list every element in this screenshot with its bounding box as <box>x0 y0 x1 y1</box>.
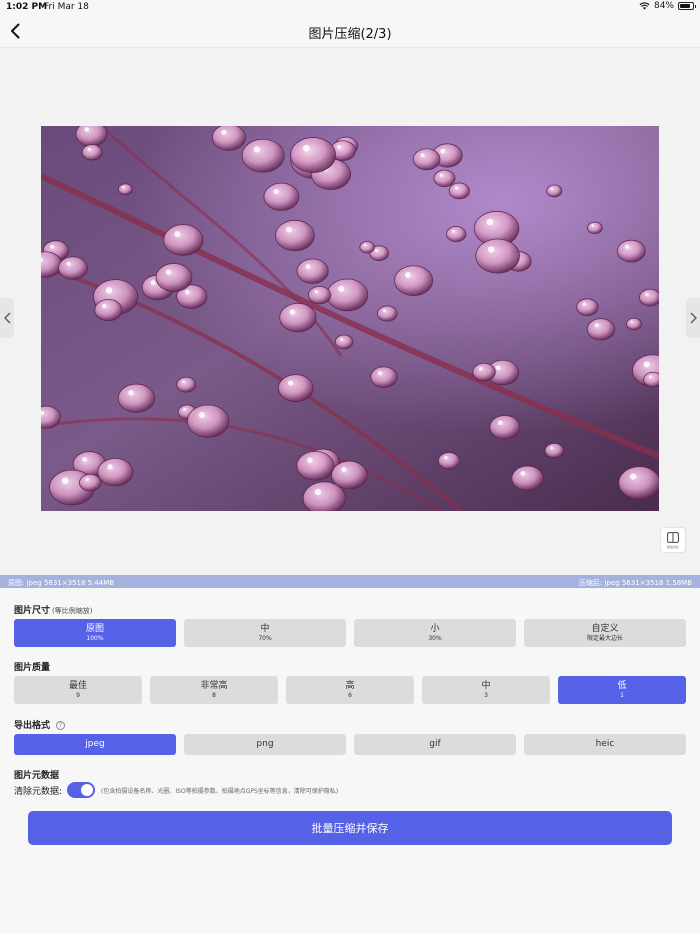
option-label: heic <box>595 739 615 749</box>
size-options: 原图 100% 中 70% 小 30% 自定义 限定最大边长 <box>14 619 686 647</box>
format-option-jpeg[interactable]: jpeg <box>14 734 176 755</box>
format-section-title: 导出格式? <box>14 718 66 731</box>
compare-label: 前后对比 <box>666 544 679 549</box>
previous-image-button[interactable] <box>0 298 14 338</box>
option-label: 小 <box>430 623 440 634</box>
size-option-original[interactable]: 原图 100% <box>14 619 176 647</box>
option-label: jpeg <box>85 739 105 749</box>
metadata-row: 清除元数据: (包含拍摄设备名称、光圈、ISO等拍摄参数、拍摄地点GPS坐标等信… <box>14 782 338 798</box>
wifi-icon <box>639 2 650 10</box>
compressed-info: 压缩后: jpeg 5631×3518 1.58MB <box>578 579 692 587</box>
option-sub: 3 <box>484 691 488 699</box>
format-option-heic[interactable]: heic <box>524 734 686 755</box>
option-sub: 30% <box>428 634 442 642</box>
metadata-description: (包含拍摄设备名称、光圈、ISO等拍摄参数、拍摄地点GPS坐标等信息，清除可保护… <box>101 787 339 795</box>
original-info: 原图: jpeg 5631×3518 5.44MB <box>8 579 115 587</box>
option-label: 非常高 <box>200 680 228 691</box>
quality-options: 最佳 9 非常高 8 高6 中3 低1 <box>14 676 686 704</box>
image-preview: 前后对比 <box>0 48 700 575</box>
option-label: 自定义 <box>591 623 619 634</box>
help-icon[interactable]: ? <box>56 721 66 730</box>
option-sub: 70% <box>258 634 272 642</box>
size-option-custom[interactable]: 自定义 限定最大边长 <box>524 619 686 647</box>
option-label: png <box>256 739 274 749</box>
battery-fill <box>680 4 691 8</box>
option-sub: 8 <box>212 691 216 699</box>
size-option-small[interactable]: 小 30% <box>354 619 516 647</box>
status-right: 84% <box>639 1 696 11</box>
chevron-right-icon <box>690 312 697 324</box>
quality-option-medium[interactable]: 中3 <box>422 676 550 704</box>
size-title: 图片尺寸 <box>14 606 51 616</box>
nav-bar: 图片压缩(2/3) <box>0 14 700 48</box>
format-options: jpeg png gif heic <box>14 734 686 755</box>
size-option-medium[interactable]: 中 70% <box>184 619 346 647</box>
photo-image <box>41 126 659 511</box>
option-sub: 6 <box>348 691 352 699</box>
chevron-left-icon <box>3 312 10 324</box>
option-label: 中 <box>260 623 270 634</box>
option-label: 低 <box>617 680 627 691</box>
option-sub: 9 <box>76 691 80 699</box>
option-label: 中 <box>481 680 491 691</box>
toggle-knob <box>81 784 94 796</box>
file-info-bar: 原图: jpeg 5631×3518 5.44MB 压缩后: jpeg 5631… <box>0 575 700 588</box>
quality-option-best[interactable]: 最佳 9 <box>14 676 142 704</box>
quality-title: 图片质量 <box>14 663 51 673</box>
clear-metadata-label: 清除元数据: <box>14 786 63 797</box>
option-sub: 限定最大边长 <box>586 634 623 642</box>
option-sub: 1 <box>620 691 624 699</box>
option-label: gif <box>429 739 441 749</box>
size-section-title: 图片尺寸 (等比例缩放) <box>14 603 92 616</box>
size-subtitle: (等比例缩放) <box>52 607 93 615</box>
format-title: 导出格式 <box>14 721 51 731</box>
metadata-title: 图片元数据 <box>14 771 60 781</box>
preview-photo <box>41 126 659 511</box>
quality-option-high[interactable]: 高6 <box>286 676 414 704</box>
status-time: 1:02 PM <box>6 2 48 12</box>
next-image-button[interactable] <box>686 298 700 338</box>
batch-compress-save-button[interactable]: 批量压缩并保存 <box>28 811 672 845</box>
option-label: 高 <box>345 680 355 691</box>
status-date: Fri Mar 18 <box>44 2 89 12</box>
status-bar: 1:02 PM Fri Mar 18 84% <box>0 0 700 14</box>
quality-option-low[interactable]: 低1 <box>558 676 686 704</box>
format-option-png[interactable]: png <box>184 734 346 755</box>
battery-percent: 84% <box>653 1 674 11</box>
quality-option-very-high[interactable]: 非常高 8 <box>150 676 278 704</box>
format-option-gif[interactable]: gif <box>354 734 516 755</box>
metadata-section-title: 图片元数据 <box>14 768 59 781</box>
split-view-icon <box>667 531 679 543</box>
clear-metadata-toggle[interactable] <box>67 782 96 798</box>
compare-button[interactable]: 前后对比 <box>660 527 686 553</box>
option-sub: 100% <box>86 634 104 642</box>
battery-icon <box>678 2 696 10</box>
option-label: 原图 <box>85 623 104 634</box>
option-label: 最佳 <box>68 680 87 691</box>
page-title: 图片压缩(2/3) <box>308 27 392 42</box>
quality-section-title: 图片质量 <box>14 660 50 673</box>
